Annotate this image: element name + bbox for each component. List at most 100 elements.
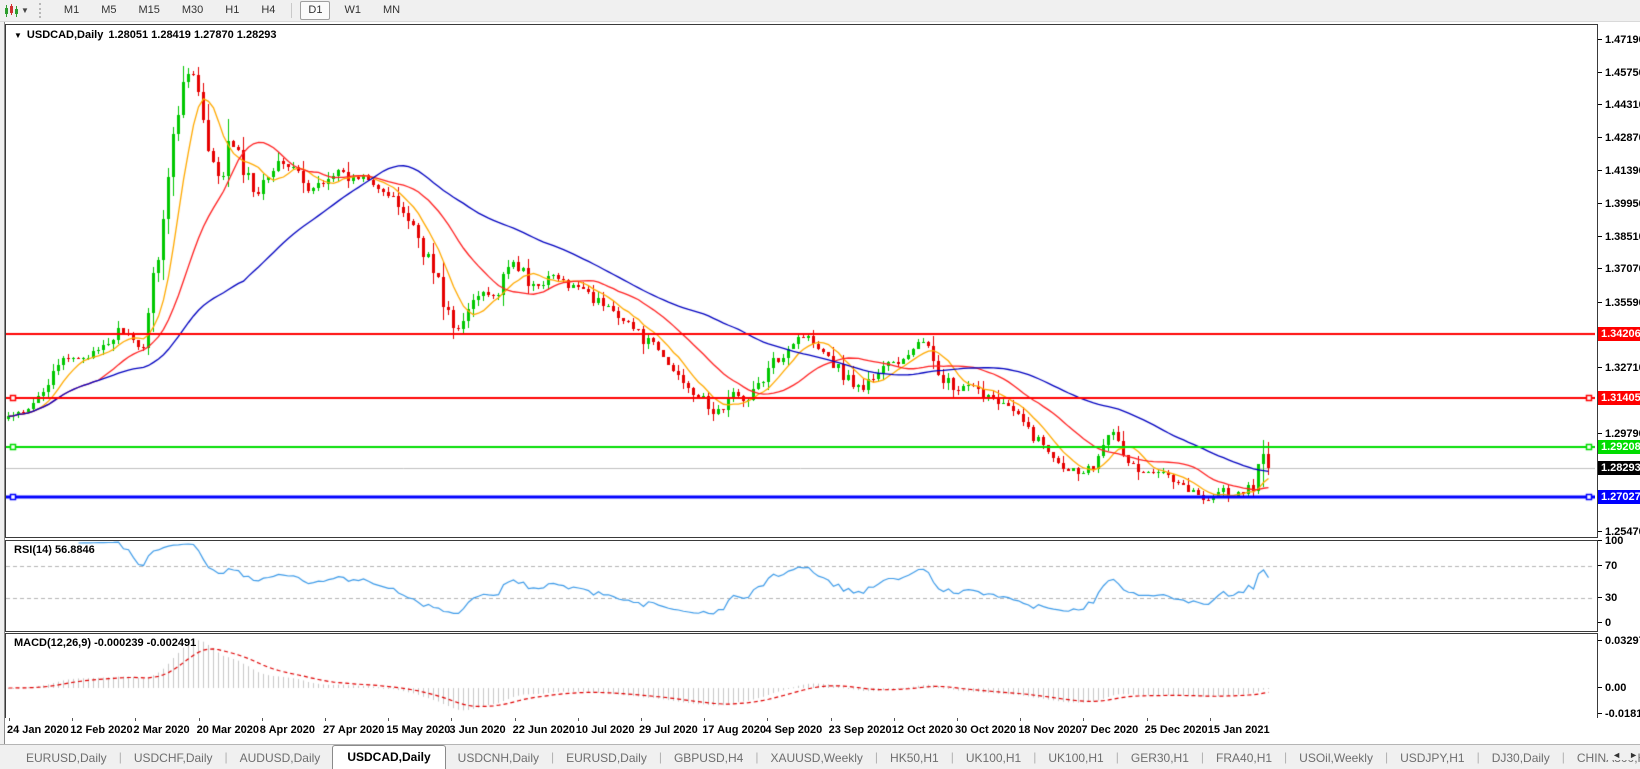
timeframe-button-m5[interactable]: M5 xyxy=(93,1,124,20)
timeframe-button-h1[interactable]: H1 xyxy=(217,1,247,20)
date-label-3-jun-2020: 3 Jun 2020 xyxy=(449,724,506,736)
price-tick-1.41390: 1.41390 xyxy=(1598,165,1640,177)
rsi-canvas[interactable] xyxy=(6,541,1595,629)
macd-canvas[interactable] xyxy=(6,634,1595,716)
timeframe-button-m15[interactable]: M15 xyxy=(130,1,167,20)
axis-tick-mark xyxy=(1598,71,1602,73)
chart-title: ▼ USDCAD,Daily 1.28051 1.28419 1.27870 1… xyxy=(14,29,277,41)
date-tick-mark xyxy=(325,718,326,721)
tab-usdjpy-h1[interactable]: USDJPY,H1 xyxy=(1388,747,1476,769)
date-tick-mark xyxy=(1146,718,1148,721)
axis-tick-mark xyxy=(1598,540,1602,541)
date-tick-mark xyxy=(577,718,579,721)
price-axis[interactable]: 1.47190 1.45750 1.44310 1.42870 1.41390 1.399… xyxy=(1598,22,1640,744)
date-tick-mark xyxy=(704,718,706,721)
axis-tick-mark xyxy=(1598,268,1602,270)
axis-tick-mark xyxy=(1598,202,1602,204)
rsi-tick-0: 0 xyxy=(1598,617,1640,629)
date-tick-mark xyxy=(135,718,137,721)
date-label-15-may-2020: 15 May 2020 xyxy=(386,724,451,736)
axis-tick-mark xyxy=(1598,136,1602,138)
timeframe-button-d1[interactable]: D1 xyxy=(300,1,331,20)
toolbar-grip-handle[interactable] xyxy=(38,3,45,18)
hline-price-label-1.34206: 1.34206 xyxy=(1598,327,1640,342)
date-label-15-jan-2021: 15 Jan 2021 xyxy=(1207,724,1270,736)
date-label-29-jul-2020: 29 Jul 2020 xyxy=(639,724,698,736)
timeframe-button-h4[interactable]: H4 xyxy=(253,1,283,20)
chart-menu-caret-icon[interactable]: ▼ xyxy=(14,31,22,40)
axis-tick-mark xyxy=(1598,687,1602,688)
price-tick-1.45750: 1.45750 xyxy=(1598,67,1640,79)
date-tick-mark xyxy=(9,718,10,721)
chart-tab-bar: EURUSD,Daily | USDCHF,Daily | AUDUSD,Daily US… xyxy=(0,744,1640,769)
timeframe-button-w1[interactable]: W1 xyxy=(336,1,369,20)
top-toolbar: ▼ M1 M5 M15 M30 H1 H4 D1 W1 MN xyxy=(0,0,1640,22)
tab-scroll-buttons: ◄ ► xyxy=(1606,750,1638,760)
date-label-24-jan-2020: 24 Jan 2020 xyxy=(7,724,69,736)
price-tick-1.42870: 1.42870 xyxy=(1598,132,1640,144)
date-tick-mark xyxy=(893,718,895,721)
tab-scroll-left-icon[interactable]: ◄ xyxy=(1612,750,1621,760)
tab-audusd-daily[interactable]: AUDUSD,Daily xyxy=(228,747,333,769)
date-tick-mark xyxy=(957,718,958,721)
axis-tick-mark xyxy=(1598,712,1602,714)
date-label-12-feb-2020: 12 Feb 2020 xyxy=(70,724,133,736)
date-label-25-dec-2020: 25 Dec 2020 xyxy=(1144,724,1208,736)
tab-xauusd-weekly[interactable]: XAUUSD,Weekly xyxy=(758,747,874,769)
tab-hk50-h1[interactable]: HK50,H1 xyxy=(878,747,951,769)
tab-usoil-weekly[interactable]: USOil,Weekly xyxy=(1287,747,1385,769)
tab-usdchf-daily[interactable]: USDCHF,Daily xyxy=(122,747,225,769)
timeframe-button-m1[interactable]: M1 xyxy=(56,1,87,20)
price-chart-canvas[interactable] xyxy=(6,25,1595,535)
date-label-27-apr-2020: 27 Apr 2020 xyxy=(323,724,385,736)
tab-gbpusd-h4[interactable]: GBPUSD,H4 xyxy=(662,747,755,769)
axis-tick-mark xyxy=(1598,433,1602,435)
date-axis[interactable]: 24 Jan 2020 12 Feb 2020 2 Mar 2020 20 Mar 2… xyxy=(5,718,1598,743)
axis-tick-mark xyxy=(1598,640,1602,642)
chart-ohlc-values: 1.28051 1.28419 1.27870 1.28293 xyxy=(108,29,277,41)
timeframe-button-mn[interactable]: MN xyxy=(375,1,408,20)
rsi-tick-100: 100 xyxy=(1598,535,1640,547)
macd-tick--0.018154: -0.018154 xyxy=(1598,708,1640,720)
timeframe-button-group: M1 M5 M15 M30 H1 H4 D1 W1 MN xyxy=(53,1,411,20)
axis-tick-mark xyxy=(1598,622,1602,623)
date-label-2-mar-2020: 2 Mar 2020 xyxy=(133,724,190,736)
axis-tick-mark xyxy=(1598,366,1602,368)
tab-ger30-h1[interactable]: GER30,H1 xyxy=(1119,747,1201,769)
date-tick-mark xyxy=(261,718,263,721)
date-tick-mark xyxy=(1209,718,1211,721)
date-tick-mark xyxy=(72,718,74,721)
chart-type-button[interactable]: ▼ xyxy=(0,3,33,18)
rsi-tick-70: 70 xyxy=(1598,560,1640,572)
date-label-30-oct-2020: 30 Oct 2020 xyxy=(955,724,1017,736)
tab-uk100-h1[interactable]: UK100,H1 xyxy=(954,747,1033,769)
price-chart-panel: ▼ USDCAD,Daily 1.28051 1.28419 1.27870 1… xyxy=(5,24,1598,538)
mt4-terminal: { "toolbar": { "chart_icon": "candlestic… xyxy=(0,0,1640,769)
timeframe-button-m30[interactable]: M30 xyxy=(174,1,211,20)
tab-eurusd-daily[interactable]: EURUSD,Daily xyxy=(14,747,119,769)
date-label-8-apr-2020: 8 Apr 2020 xyxy=(259,724,316,736)
tab-dj30-daily[interactable]: DJ30,Daily xyxy=(1480,747,1562,769)
date-tick-mark xyxy=(514,718,516,721)
hline-price-label-1.27027: 1.27027 xyxy=(1598,489,1640,504)
date-tick-mark xyxy=(1020,718,1022,721)
price-tick-1.44310: 1.44310 xyxy=(1598,99,1640,111)
date-label-18-nov-2020: 18 Nov 2020 xyxy=(1018,724,1082,736)
chart-type-dropdown-caret-icon[interactable]: ▼ xyxy=(21,6,29,15)
date-tick-mark xyxy=(451,718,453,721)
macd-tick-0.00: 0.00 xyxy=(1598,682,1640,694)
tab-fra40-h1[interactable]: FRA40,H1 xyxy=(1204,747,1284,769)
date-label-23-sep-2020: 23 Sep 2020 xyxy=(828,724,892,736)
macd-label: MACD(12,26,9) -0.000239 -0.002491 xyxy=(14,637,197,649)
rsi-tick-30: 30 xyxy=(1598,592,1640,604)
axis-tick-mark xyxy=(1598,104,1602,106)
tab-usdcnh-daily[interactable]: USDCNH,Daily xyxy=(446,747,551,769)
price-tick-1.47190: 1.47190 xyxy=(1598,34,1640,46)
price-tick-1.39950: 1.39950 xyxy=(1598,198,1640,210)
tab-uk100-h1[interactable]: UK100,H1 xyxy=(1036,747,1115,769)
tab-scroll-right-icon[interactable]: ► xyxy=(1629,750,1638,760)
axis-tick-mark xyxy=(1598,235,1602,237)
tab-eurusd-daily[interactable]: EURUSD,Daily xyxy=(554,747,659,769)
tab-usdcad-daily[interactable]: USDCAD,Daily xyxy=(332,745,446,769)
price-tick-1.29790: 1.29790 xyxy=(1598,428,1640,440)
